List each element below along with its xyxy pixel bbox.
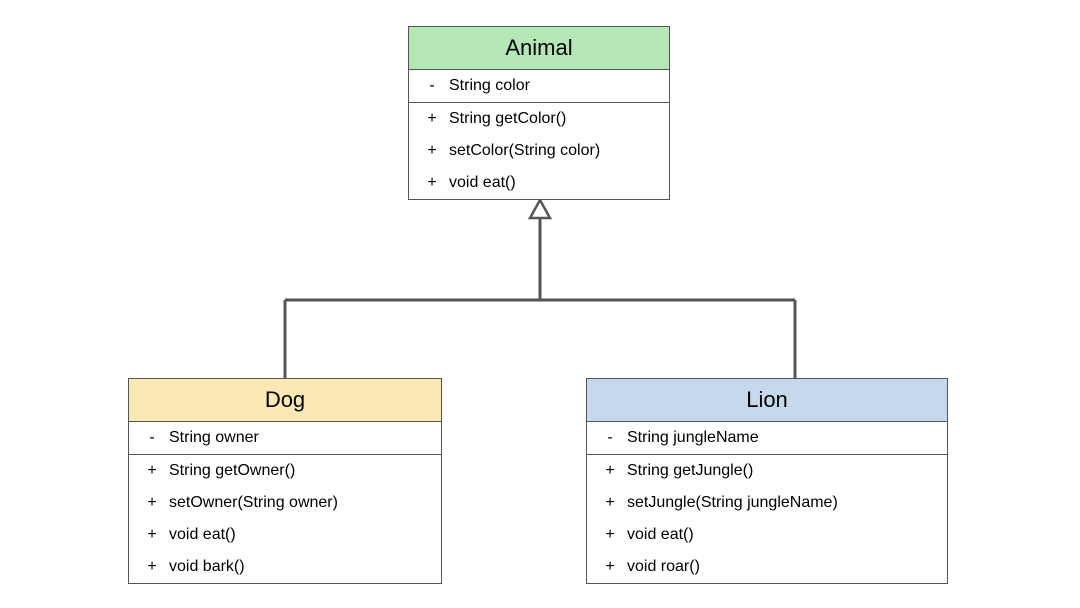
attribute-signature: String owner	[163, 426, 429, 450]
method-signature: void eat()	[621, 523, 935, 547]
method-signature: setColor(String color)	[443, 139, 657, 163]
method-signature: void bark()	[163, 555, 429, 579]
method-row: + setColor(String color)	[409, 135, 669, 167]
method-signature: String getJungle()	[621, 459, 935, 483]
method-signature: setJungle(String jungleName)	[621, 491, 935, 515]
visibility-marker: +	[421, 139, 443, 163]
method-row: + String getOwner()	[129, 455, 441, 487]
class-animal: Animal - String color + String getColor(…	[408, 26, 670, 200]
visibility-marker: +	[599, 555, 621, 579]
class-lion-attributes: - String jungleName	[587, 422, 947, 455]
visibility-marker: +	[599, 523, 621, 547]
method-signature: setOwner(String owner)	[163, 491, 429, 515]
attribute-signature: String jungleName	[621, 426, 935, 450]
method-row: + String getJungle()	[587, 455, 947, 487]
visibility-marker: +	[599, 459, 621, 483]
class-lion-header: Lion	[587, 379, 947, 422]
method-row: + void eat()	[587, 519, 947, 551]
method-row: + void bark()	[129, 551, 441, 583]
visibility-marker: -	[141, 426, 163, 450]
method-row: + void eat()	[409, 167, 669, 199]
class-animal-attributes: - String color	[409, 70, 669, 103]
class-dog-header: Dog	[129, 379, 441, 422]
class-lion-methods: + String getJungle() + setJungle(String …	[587, 455, 947, 583]
visibility-marker: +	[141, 491, 163, 515]
class-dog-methods: + String getOwner() + setOwner(String ow…	[129, 455, 441, 583]
attribute-row: - String jungleName	[587, 422, 947, 454]
visibility-marker: -	[599, 426, 621, 450]
attribute-signature: String color	[443, 74, 657, 98]
visibility-marker: +	[141, 459, 163, 483]
method-row: + setJungle(String jungleName)	[587, 487, 947, 519]
class-lion: Lion - String jungleName + String getJun…	[586, 378, 948, 584]
visibility-marker: +	[141, 555, 163, 579]
visibility-marker: +	[599, 491, 621, 515]
method-signature: void roar()	[621, 555, 935, 579]
class-animal-methods: + String getColor() + setColor(String co…	[409, 103, 669, 199]
attribute-row: - String color	[409, 70, 669, 102]
method-signature: void eat()	[443, 171, 657, 195]
method-signature: void eat()	[163, 523, 429, 547]
visibility-marker: +	[421, 171, 443, 195]
class-dog-attributes: - String owner	[129, 422, 441, 455]
class-animal-header: Animal	[409, 27, 669, 70]
method-signature: String getOwner()	[163, 459, 429, 483]
method-row: + void eat()	[129, 519, 441, 551]
method-row: + void roar()	[587, 551, 947, 583]
method-signature: String getColor()	[443, 107, 657, 131]
class-dog: Dog - String owner + String getOwner() +…	[128, 378, 442, 584]
method-row: + setOwner(String owner)	[129, 487, 441, 519]
visibility-marker: +	[141, 523, 163, 547]
visibility-marker: +	[421, 107, 443, 131]
visibility-marker: -	[421, 74, 443, 98]
method-row: + String getColor()	[409, 103, 669, 135]
attribute-row: - String owner	[129, 422, 441, 454]
